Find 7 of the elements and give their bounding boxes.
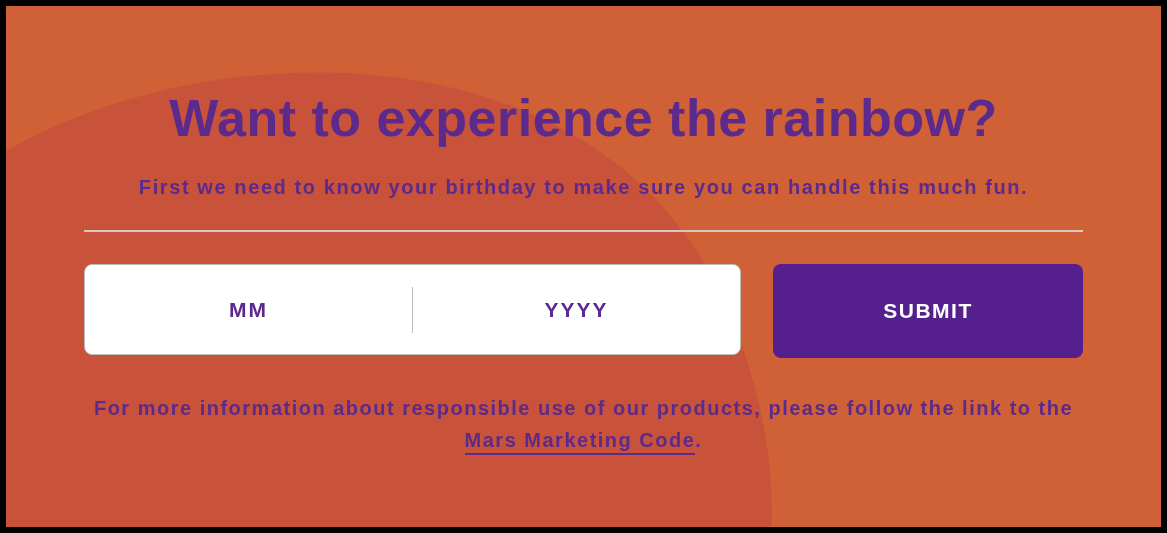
footnote: For more information about responsible use of our products, please follow the link to the Mars Marketing Code. (78, 392, 1089, 456)
submit-button[interactable]: SUBMIT (773, 264, 1083, 358)
subheading: First we need to know your birthday to make sure you can handle this much fun. (138, 175, 1029, 200)
year-input[interactable]: YYYY (413, 293, 740, 326)
birthday-field[interactable]: MM YYYY (84, 264, 741, 355)
month-input[interactable]: MM (85, 293, 412, 326)
heading: Want to experience the rainbow? (169, 88, 998, 149)
